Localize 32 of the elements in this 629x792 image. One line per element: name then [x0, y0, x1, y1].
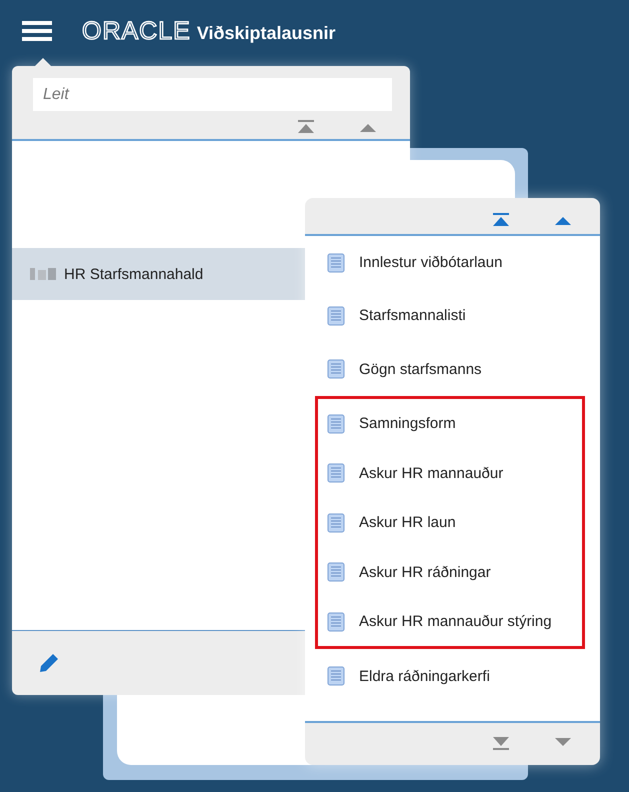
menu-item-label: Askur HR mannauður — [359, 464, 504, 482]
menu-item[interactable]: Askur HR ráðningar — [318, 547, 582, 597]
document-icon — [327, 414, 345, 434]
document-icon — [327, 512, 345, 533]
document-icon — [327, 562, 345, 582]
menu-item[interactable]: Eldra ráðningarkerfi — [305, 649, 600, 703]
document-icon — [327, 463, 345, 484]
menu-item-label: Askur HR laun — [359, 514, 456, 532]
search-field[interactable]: Leit — [33, 78, 392, 111]
menu-icon[interactable] — [22, 20, 52, 42]
document-icon — [327, 359, 345, 380]
menu-item-label: Gögn starfsmanns — [359, 360, 482, 378]
document-icon — [327, 252, 345, 273]
menu-item[interactable]: Gögn starfsmanns — [305, 342, 600, 396]
document-icon — [327, 666, 345, 686]
pencil-icon[interactable] — [38, 652, 60, 674]
blurred-icon — [30, 267, 56, 281]
menu-item[interactable]: Samningsform — [318, 398, 582, 448]
menu-item-label: Samningsform — [359, 415, 456, 432]
menu-item[interactable]: Askur HR mannauður stýring — [318, 596, 582, 646]
menu-item-label: Askur HR ráðningar — [359, 564, 491, 581]
menu-item[interactable]: Askur HR mannauður — [318, 448, 582, 498]
app-title: Viðskiptalausnir — [196, 22, 336, 44]
document-icon — [327, 306, 345, 326]
menu-item-label: Eldra ráðningarkerfi — [359, 668, 490, 685]
menu-item-label: Askur HR mannauður stýring — [359, 613, 552, 630]
scroll-to-top-icon[interactable] — [491, 212, 511, 228]
logo: ORACLE — [82, 16, 191, 46]
document-icon — [327, 612, 345, 632]
menu-item-label: Starfsmannalisti — [359, 307, 466, 324]
navigator-item-label: HR Starfsmannahald — [64, 266, 204, 282]
menu-item[interactable]: Askur HR laun — [318, 498, 582, 548]
